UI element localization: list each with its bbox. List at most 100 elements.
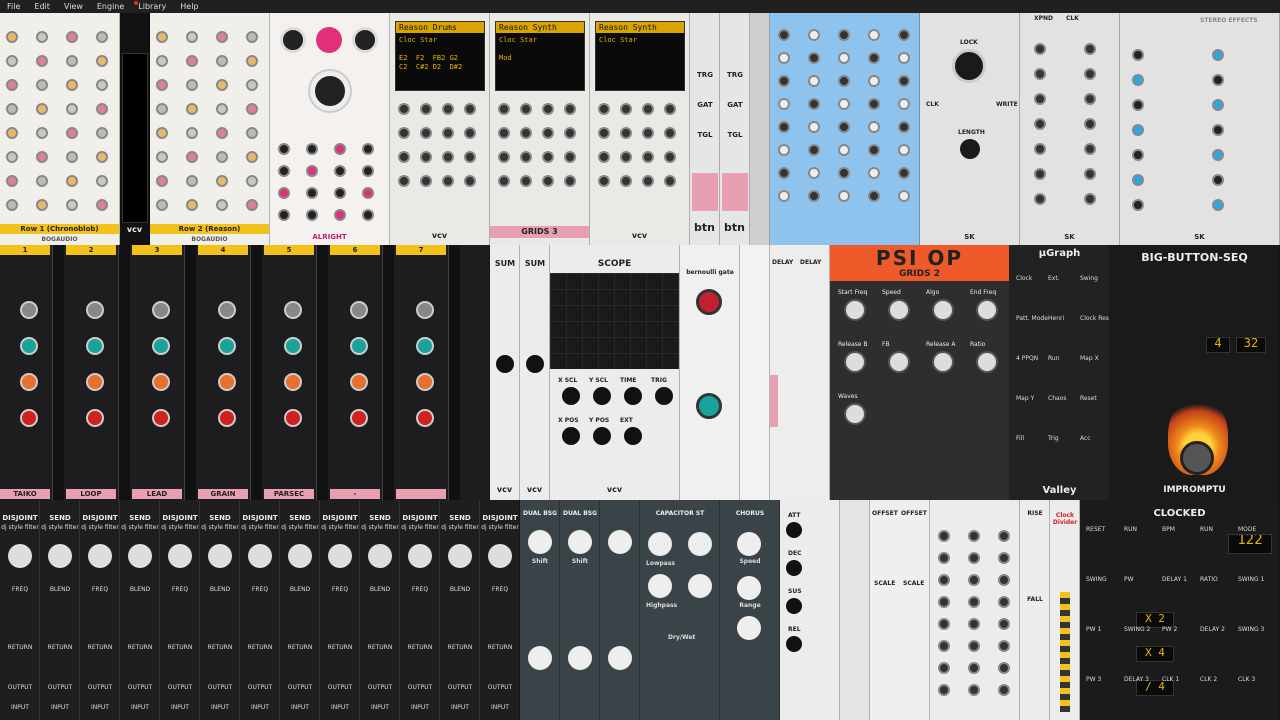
bernoulli-probability-knob-a[interactable] <box>696 289 722 315</box>
jack-socket[interactable] <box>66 31 78 43</box>
jack-socket[interactable] <box>1132 199 1144 211</box>
jack-socket[interactable] <box>1084 43 1096 55</box>
main-knob[interactable] <box>48 544 72 568</box>
main-knob[interactable] <box>168 544 192 568</box>
jack-socket[interactable] <box>498 127 510 139</box>
jack-socket[interactable] <box>520 127 532 139</box>
jack-socket[interactable] <box>442 103 454 115</box>
psi-knob[interactable] <box>844 403 866 425</box>
length-knob[interactable] <box>960 139 980 159</box>
jack-socket[interactable] <box>968 552 980 564</box>
jack-socket[interactable] <box>278 187 290 199</box>
jack-socket[interactable] <box>898 29 910 41</box>
jack-socket[interactable] <box>96 103 108 115</box>
scope-knob[interactable] <box>593 387 611 405</box>
jack-socket[interactable] <box>1132 49 1144 61</box>
jack-socket[interactable] <box>186 31 198 43</box>
shift-knob-2[interactable] <box>528 646 552 670</box>
jack-socket[interactable] <box>1034 43 1046 55</box>
jack-socket[interactable] <box>778 52 790 64</box>
main-knob[interactable] <box>448 544 472 568</box>
main-knob[interactable] <box>248 544 272 568</box>
jack-socket[interactable] <box>868 75 880 87</box>
jack-socket[interactable] <box>156 199 168 211</box>
jack-socket[interactable] <box>898 167 910 179</box>
psi-knob[interactable] <box>888 299 910 321</box>
jack-socket[interactable] <box>542 151 554 163</box>
jack-socket[interactable] <box>216 175 228 187</box>
jack-socket[interactable] <box>968 684 980 696</box>
jack-socket[interactable] <box>868 190 880 202</box>
jack-socket[interactable] <box>498 151 510 163</box>
jack-socket[interactable] <box>398 127 410 139</box>
jack-socket[interactable] <box>938 596 950 608</box>
jack-socket[interactable] <box>778 144 790 156</box>
jack-socket[interactable] <box>998 662 1010 674</box>
mixer-knob[interactable] <box>152 301 170 319</box>
mixer-knob[interactable] <box>284 301 302 319</box>
jack-socket[interactable] <box>1084 93 1096 105</box>
scope-knob[interactable] <box>562 427 580 445</box>
jack-socket[interactable] <box>66 151 78 163</box>
jack-socket[interactable] <box>1034 168 1046 180</box>
jack-socket[interactable] <box>498 175 510 187</box>
jack-socket[interactable] <box>664 127 676 139</box>
range-knob[interactable] <box>737 576 761 600</box>
jack-socket[interactable] <box>1212 49 1224 61</box>
jack-socket[interactable] <box>156 127 168 139</box>
jack-socket[interactable] <box>520 175 532 187</box>
jack-socket[interactable] <box>66 127 78 139</box>
highpass-knob-l[interactable] <box>648 574 672 598</box>
jack-socket[interactable] <box>6 31 18 43</box>
jack-socket[interactable] <box>96 55 108 67</box>
adsr-knob[interactable] <box>786 598 802 614</box>
jack-socket[interactable] <box>6 55 18 67</box>
scope-knob[interactable] <box>562 387 580 405</box>
jack-socket[interactable] <box>564 151 576 163</box>
jack-socket[interactable] <box>564 127 576 139</box>
jack-socket[interactable] <box>216 199 228 211</box>
chorus-drywet-knob[interactable] <box>737 616 761 640</box>
jack-socket[interactable] <box>1034 193 1046 205</box>
jack-socket[interactable] <box>598 103 610 115</box>
sum-level-knob[interactable] <box>496 355 514 373</box>
jack-socket[interactable] <box>464 127 476 139</box>
jack-socket[interactable] <box>1132 124 1144 136</box>
jack-socket[interactable] <box>998 684 1010 696</box>
scope-knob[interactable] <box>624 387 642 405</box>
menu-edit[interactable]: Edit <box>27 0 57 13</box>
jack-socket[interactable] <box>564 175 576 187</box>
jack-socket[interactable] <box>36 55 48 67</box>
jack-socket[interactable] <box>156 175 168 187</box>
jack-socket[interactable] <box>36 31 48 43</box>
jack-socket[interactable] <box>1084 143 1096 155</box>
mixer-knob[interactable] <box>416 337 434 355</box>
jack-socket[interactable] <box>664 151 676 163</box>
mixer-knob[interactable] <box>86 373 104 391</box>
jack-socket[interactable] <box>968 596 980 608</box>
jack-socket[interactable] <box>1212 74 1224 86</box>
jack-socket[interactable] <box>838 75 850 87</box>
jack-socket[interactable] <box>156 79 168 91</box>
mixer-knob[interactable] <box>350 409 368 427</box>
mixer-knob[interactable] <box>20 373 38 391</box>
shift-knob-2[interactable] <box>608 646 632 670</box>
lowpass-knob-r[interactable] <box>688 532 712 556</box>
jack-socket[interactable] <box>542 103 554 115</box>
jack-socket[interactable] <box>664 103 676 115</box>
jack-socket[interactable] <box>838 98 850 110</box>
jack-socket[interactable] <box>838 29 850 41</box>
jack-socket[interactable] <box>808 167 820 179</box>
jack-socket[interactable] <box>1132 174 1144 186</box>
psi-knob[interactable] <box>888 351 910 373</box>
jack-socket[interactable] <box>36 127 48 139</box>
psi-knob[interactable] <box>976 299 998 321</box>
mixer-knob[interactable] <box>350 337 368 355</box>
jack-socket[interactable] <box>362 143 374 155</box>
jack-socket[interactable] <box>96 31 108 43</box>
main-knob[interactable] <box>8 544 32 568</box>
jack-socket[interactable] <box>642 127 654 139</box>
scope-knob[interactable] <box>624 427 642 445</box>
mixer-knob[interactable] <box>416 301 434 319</box>
jack-socket[interactable] <box>246 79 258 91</box>
